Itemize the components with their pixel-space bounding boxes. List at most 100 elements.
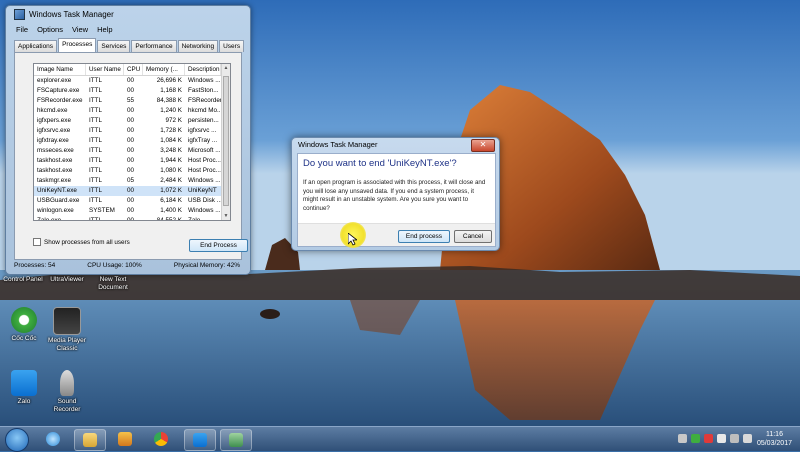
process-row[interactable]: igfxtray.exe ITTL 00 1,084 K igfxTray ... <box>34 136 230 146</box>
column-cpu[interactable]: CPU <box>124 64 143 75</box>
process-row[interactable]: taskhost.exe ITTL 00 1,080 K Host Proc... <box>34 166 230 176</box>
dialog-cancel-button[interactable]: Cancel <box>454 230 492 243</box>
process-name: USBGuard.exe <box>37 197 80 204</box>
show-all-processes-toggle[interactable]: Show processes from all users <box>33 238 130 246</box>
taskbar-internet-explorer[interactable] <box>38 429 68 449</box>
desktop-icon-label: Zalo <box>17 398 31 405</box>
process-list[interactable]: Image Name User Name CPU Memory (... Des… <box>33 63 231 221</box>
process-description: Microsoft ... <box>188 147 221 154</box>
mouse-cursor-icon <box>348 233 357 246</box>
task-manager-title: Windows Task Manager <box>29 10 114 19</box>
menu-file[interactable]: File <box>16 25 28 37</box>
process-name: FSCapture.exe <box>37 87 80 94</box>
process-row[interactable]: FSRecorder.exe ITTL 55 84,388 K FSRecorder <box>34 96 230 106</box>
tab-networking[interactable]: Networking <box>177 40 219 52</box>
process-user: ITTL <box>89 147 102 154</box>
clock-time: 11:16 <box>765 431 783 438</box>
column-image-name[interactable]: Image Name <box>34 64 86 75</box>
desktop-icon-control-panel[interactable]: Control Panel <box>0 276 46 284</box>
desktop-icon-label: Control Panel <box>3 276 43 283</box>
process-memory: 1,072 K <box>160 187 182 194</box>
media-player-taskbar-icon <box>118 432 132 446</box>
tab-processes[interactable]: Processes <box>58 38 97 52</box>
taskbar-media-player[interactable] <box>110 429 140 449</box>
end-process-button[interactable]: End Process <box>189 239 248 252</box>
column-memory[interactable]: Memory (... <box>143 64 185 75</box>
process-user: ITTL <box>89 107 102 114</box>
tray-chevron-icon[interactable] <box>678 434 687 443</box>
process-row[interactable]: explorer.exe ITTL 00 26,696 K Windows ... <box>34 76 230 86</box>
tab-services[interactable]: Services <box>97 40 131 52</box>
process-row[interactable]: Zalo.exe ITTL 00 84,552 K Zalo <box>34 216 230 221</box>
process-row[interactable]: FSCapture.exe ITTL 00 1,168 K FastSton... <box>34 86 230 96</box>
task-manager-window[interactable]: Windows Task Manager File Options View H… <box>5 5 251 275</box>
process-row[interactable]: UniKeyNT.exe ITTL 00 1,072 K UniKeyNT <box>34 186 230 196</box>
taskbar-chrome[interactable] <box>146 429 176 449</box>
process-memory: 1,400 K <box>160 207 182 214</box>
column-description[interactable]: Description <box>185 64 221 75</box>
process-name: FSRecorder.exe <box>37 97 83 104</box>
zalo-icon <box>11 370 37 396</box>
column-user-name[interactable]: User Name <box>86 64 124 75</box>
clock[interactable]: 11:16 05/03/2017 <box>757 430 792 448</box>
process-user: ITTL <box>89 217 102 221</box>
process-row[interactable]: msseces.exe ITTL 00 3,248 K Microsoft ... <box>34 146 230 156</box>
taskbar-task-manager[interactable] <box>220 429 252 451</box>
desktop-icon-new-text-document[interactable]: New Text Document <box>90 276 136 291</box>
dialog-end-process-button[interactable]: End process <box>398 230 450 243</box>
scroll-up-icon[interactable]: ▲ <box>222 64 230 72</box>
process-memory: 1,728 K <box>160 127 182 134</box>
tray-unikey-icon[interactable] <box>704 434 713 443</box>
process-name: winlogon.exe <box>37 207 74 214</box>
desktop-icon-media-player-classic[interactable]: Media Player Classic <box>44 307 90 352</box>
tray-flag-icon[interactable] <box>717 434 726 443</box>
menu-view[interactable]: View <box>72 25 88 37</box>
tray-security-icon[interactable] <box>691 434 700 443</box>
menu-help[interactable]: Help <box>97 25 112 37</box>
process-row[interactable]: taskhost.exe ITTL 00 1,944 K Host Proc... <box>34 156 230 166</box>
dialog-footer: End process Cancel <box>298 223 495 246</box>
process-row[interactable]: igfxpers.exe ITTL 00 972 K persisten... <box>34 116 230 126</box>
process-row[interactable]: taskmgr.exe ITTL 05 2,484 K Windows ... <box>34 176 230 186</box>
desktop-icon-ultraviewer[interactable]: UltraViewer <box>44 276 90 284</box>
tab-applications[interactable]: Applications <box>14 40 58 52</box>
process-memory: 1,944 K <box>160 157 182 164</box>
desktop-icon-coc-coc[interactable]: Cốc Cốc <box>1 307 47 343</box>
process-memory: 6,184 K <box>160 197 182 204</box>
process-description: hkcmd Mo... <box>188 107 221 114</box>
tab-users[interactable]: Users <box>219 40 245 52</box>
task-manager-titlebar[interactable]: Windows Task Manager <box>14 9 114 20</box>
desktop-icon-label: Media Player Classic <box>48 337 86 352</box>
menu-options[interactable]: Options <box>37 25 63 37</box>
process-description: Windows ... <box>188 207 221 214</box>
process-name: UniKeyNT.exe <box>37 187 77 194</box>
end-process-dialog[interactable]: Windows Task Manager ✕ Do you want to en… <box>291 137 500 251</box>
menu-bar: File Options View Help <box>10 25 246 37</box>
tray-volume-icon[interactable] <box>743 434 752 443</box>
process-row[interactable]: winlogon.exe SYSTEM 00 1,400 K Windows ... <box>34 206 230 216</box>
process-description: Windows ... <box>188 177 221 184</box>
tray-network-icon[interactable] <box>730 434 739 443</box>
dialog-close-icon[interactable]: ✕ <box>471 139 495 152</box>
start-button[interactable] <box>5 428 29 452</box>
process-memory: 1,084 K <box>160 137 182 144</box>
process-name: taskhost.exe <box>37 157 73 164</box>
process-row[interactable]: igfxsrvc.exe ITTL 00 1,728 K igfxsrvc ... <box>34 126 230 136</box>
desktop-icon-zalo[interactable]: Zalo <box>1 370 47 406</box>
desktop-icon-sound-recorder[interactable]: Sound Recorder <box>44 370 90 413</box>
show-all-checkbox[interactable] <box>33 238 41 246</box>
process-list-scrollbar[interactable]: ▲ ▼ <box>221 64 230 220</box>
process-cpu: 00 <box>127 77 135 84</box>
taskbar-zalo[interactable] <box>184 429 216 451</box>
status-processes: Processes: 54 <box>14 262 56 269</box>
process-memory: 1,168 K <box>160 87 182 94</box>
media-player-icon <box>53 307 81 335</box>
process-name: igfxpers.exe <box>37 117 71 124</box>
process-row[interactable]: hkcmd.exe ITTL 00 1,240 K hkcmd Mo... <box>34 106 230 116</box>
tab-performance[interactable]: Performance <box>131 40 177 52</box>
scrollbar-thumb[interactable] <box>223 76 229 206</box>
scroll-down-icon[interactable]: ▼ <box>222 212 230 220</box>
task-manager-taskbar-icon <box>229 433 243 447</box>
taskbar-file-explorer[interactable] <box>74 429 106 451</box>
process-row[interactable]: USBGuard.exe ITTL 00 6,184 K USB Disk ... <box>34 196 230 206</box>
